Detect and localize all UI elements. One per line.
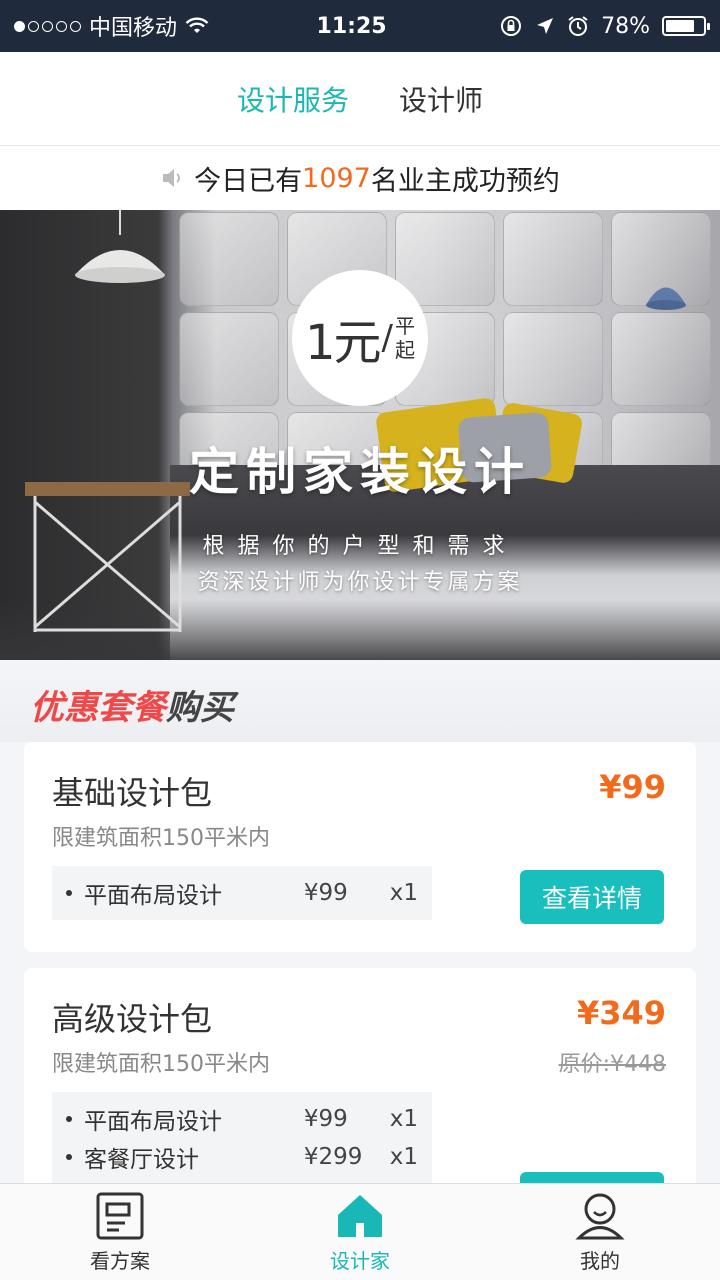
notice-suffix: 名业主成功预约 bbox=[370, 165, 560, 197]
item-name: 客餐厅设计 bbox=[84, 1147, 199, 1173]
price-badge: 1元 / 平 起 bbox=[292, 270, 428, 406]
user-icon bbox=[575, 1193, 625, 1239]
list-item: 客餐厅设计 ¥299 x1 bbox=[66, 1138, 418, 1176]
item-price: ¥99 bbox=[303, 1106, 348, 1132]
section-title-highlight: 优惠套餐 bbox=[30, 688, 166, 728]
banner-subtitle: 资深设计师为你设计专属方案 bbox=[197, 570, 523, 595]
status-time: 11:25 bbox=[316, 13, 387, 39]
wall-panel bbox=[179, 212, 279, 306]
battery-icon bbox=[662, 16, 710, 36]
section-title-text: 购买 bbox=[166, 688, 234, 728]
status-right: 78% bbox=[499, 13, 710, 39]
view-details-button[interactable]: 查看详情 bbox=[520, 870, 664, 924]
wall-panel bbox=[503, 312, 603, 406]
battery-percent: 78% bbox=[601, 13, 650, 39]
item-name: 平面布局设计 bbox=[84, 883, 222, 909]
speaker-icon bbox=[163, 169, 181, 187]
wall-panel bbox=[179, 312, 279, 406]
pendant-lamp-image bbox=[646, 287, 686, 310]
package-name: 基础设计包 bbox=[52, 774, 213, 812]
status-left: 中国移动 bbox=[14, 10, 274, 42]
price-badge-unit-bottom: 起 bbox=[395, 338, 415, 362]
package-card-advanced[interactable]: 高级设计包 ¥349 限建筑面积150平米内 原价:¥448 平面布局设计 ¥9… bbox=[24, 968, 696, 1226]
item-quantity: x1 bbox=[389, 1144, 419, 1170]
wifi-icon bbox=[185, 17, 209, 33]
package-area-limit: 限建筑面积150平米内 bbox=[52, 1052, 270, 1077]
signal-strength-icon bbox=[14, 20, 81, 32]
list-item: 平面布局设计 ¥99 x1 bbox=[66, 874, 418, 912]
list-item: 平面布局设计 ¥99 x1 bbox=[66, 1100, 418, 1138]
package-area-limit: 限建筑面积150平米内 bbox=[52, 826, 270, 851]
package-items: 平面布局设计 ¥99 x1 客餐厅设计 ¥299 x1 bbox=[52, 1092, 432, 1184]
rotation-lock-icon bbox=[501, 16, 522, 36]
tab-mine[interactable]: 我的 bbox=[480, 1184, 720, 1280]
booking-notice: 今日已有 1097 名业主成功预约 bbox=[0, 146, 720, 210]
tab-label: 设计家 bbox=[330, 1248, 390, 1273]
tab-label: 我的 bbox=[580, 1248, 620, 1273]
package-card-basic[interactable]: 基础设计包 ¥99 限建筑面积150平米内 平面布局设计 ¥99 x1 查看详情 bbox=[24, 742, 696, 952]
side-table-image bbox=[25, 482, 190, 632]
package-price: ¥349 bbox=[576, 994, 666, 1032]
notice-prefix: 今日已有 bbox=[194, 165, 303, 197]
item-name: 平面布局设计 bbox=[84, 1109, 222, 1135]
package-price: ¥99 bbox=[599, 768, 666, 806]
banner-subtitle: 根据你的户型和需求 bbox=[202, 534, 518, 559]
package-name: 高级设计包 bbox=[52, 1000, 213, 1038]
tab-designer[interactable]: 设计师 bbox=[399, 79, 483, 119]
section-title: 优惠套餐购买 bbox=[0, 660, 720, 742]
package-items: 平面布局设计 ¥99 x1 bbox=[52, 866, 432, 920]
house-icon bbox=[338, 1194, 382, 1237]
item-price: ¥299 bbox=[303, 1144, 363, 1170]
price-badge-amount: 1元 bbox=[304, 315, 382, 371]
item-quantity: x1 bbox=[389, 880, 419, 906]
promo-banner[interactable]: 1元 / 平 起 定制家装设计 根据你的户型和需求 资深设计师为你设计专属方案 bbox=[0, 210, 720, 660]
status-bar: 中国移动 11:25 78% bbox=[0, 0, 720, 52]
wall-panel bbox=[503, 212, 603, 306]
pendant-lamp-image bbox=[75, 210, 165, 283]
tab-view-plans[interactable]: 看方案 bbox=[0, 1184, 240, 1280]
notice-count: 1097 bbox=[302, 162, 371, 194]
tab-design-service[interactable]: 设计服务 bbox=[237, 79, 349, 119]
tab-label: 看方案 bbox=[90, 1248, 150, 1273]
item-price: ¥99 bbox=[303, 880, 348, 906]
banner-title: 定制家装设计 bbox=[189, 443, 531, 501]
price-badge-unit-top: 平 bbox=[395, 314, 415, 338]
item-quantity: x1 bbox=[389, 1106, 419, 1132]
document-icon bbox=[96, 1192, 144, 1239]
location-arrow-icon bbox=[537, 18, 554, 34]
price-badge-slash: / bbox=[381, 318, 393, 358]
tab-designer-home[interactable]: 设计家 bbox=[240, 1184, 480, 1280]
original-price: 原价:¥448 bbox=[558, 1052, 666, 1077]
bottom-tab-bar: 看方案 设计家 我的 bbox=[0, 1183, 720, 1280]
carrier-name: 中国移动 bbox=[89, 16, 178, 41]
wall-panel bbox=[611, 312, 711, 406]
alarm-icon bbox=[568, 16, 588, 36]
top-tab-bar: 设计服务 设计师 bbox=[0, 52, 720, 146]
